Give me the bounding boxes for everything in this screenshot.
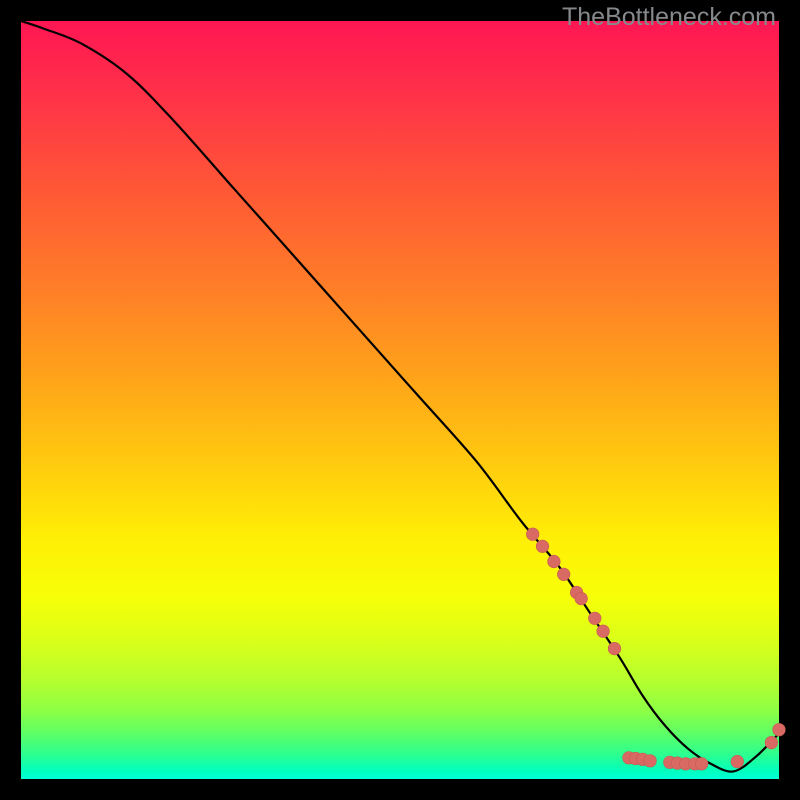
curve-markers [526,528,785,770]
curve-marker [557,568,570,581]
curve-marker [597,625,610,638]
chart-stage: TheBottleneck.com [0,0,800,800]
bottleneck-curve [21,21,779,772]
curve-marker [589,612,602,625]
curve-marker [765,736,778,749]
curve-marker [695,758,708,771]
watermark-label: TheBottleneck.com [562,3,776,32]
chart-plot-area [21,21,779,779]
curve-marker [526,528,539,541]
curve-marker [548,555,561,568]
curve-marker [608,642,621,655]
curve-marker [575,592,588,605]
curve-marker [731,755,744,768]
curve-marker [644,755,657,768]
curve-marker [773,723,786,736]
curve-marker [536,540,549,553]
chart-svg [21,21,779,779]
